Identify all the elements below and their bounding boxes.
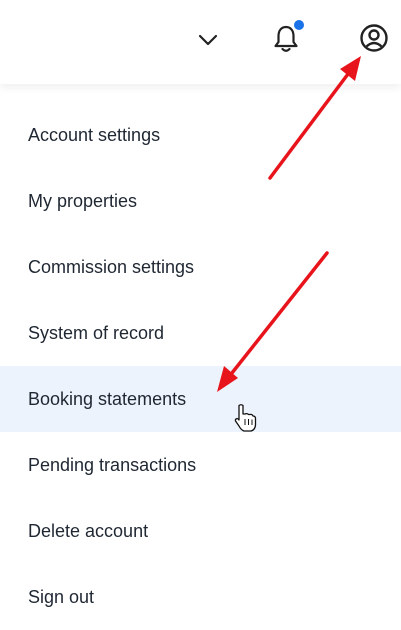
top-navigation-bar [0, 0, 401, 84]
menu-item-system-of-record[interactable]: System of record [0, 300, 401, 366]
menu-item-booking-statements[interactable]: Booking statements [0, 366, 401, 432]
menu-item-label: Delete account [28, 520, 149, 541]
menu-item-label: Account settings [28, 124, 161, 145]
account-dropdown-menu: Account settings My properties Commissio… [0, 102, 401, 630]
menu-item-commission-settings[interactable]: Commission settings [0, 234, 401, 300]
menu-item-label: My properties [28, 190, 138, 211]
menu-item-label: Pending transactions [28, 454, 197, 475]
menu-item-account-settings[interactable]: Account settings [0, 102, 401, 168]
dropdown-toggle-button[interactable] [190, 22, 226, 58]
notification-badge [294, 20, 304, 30]
user-circle-icon [360, 24, 388, 52]
account-menu-button[interactable] [356, 20, 392, 56]
menu-item-label: System of record [28, 322, 165, 343]
chevron-down-icon [198, 34, 218, 46]
menu-item-my-properties[interactable]: My properties [0, 168, 401, 234]
menu-item-label: Commission settings [28, 256, 195, 277]
menu-item-label: Sign out [28, 586, 95, 607]
menu-item-sign-out[interactable]: Sign out [0, 564, 401, 630]
menu-item-label: Booking statements [28, 388, 187, 409]
menu-item-pending-transactions[interactable]: Pending transactions [0, 432, 401, 498]
menu-item-delete-account[interactable]: Delete account [0, 498, 401, 564]
